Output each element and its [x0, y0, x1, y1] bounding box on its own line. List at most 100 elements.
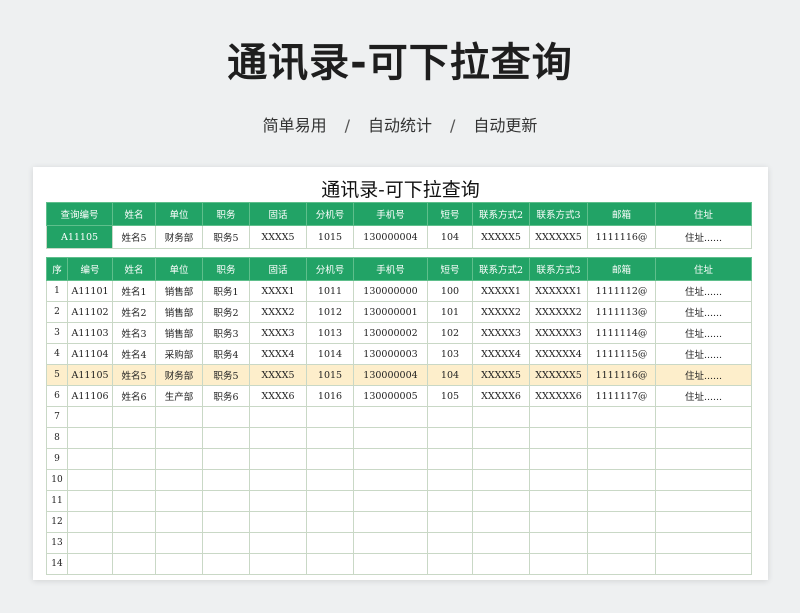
table-cell[interactable]	[112, 469, 156, 491]
table-cell[interactable]: 105	[427, 385, 473, 407]
table-cell[interactable]	[472, 532, 530, 554]
table-cell[interactable]: XXXXXX6	[529, 385, 588, 407]
table-cell[interactable]	[202, 427, 250, 449]
table-cell[interactable]	[427, 406, 473, 428]
table-cell[interactable]: XXXXX3	[472, 322, 530, 344]
table-cell[interactable]: XXXXX1	[472, 280, 530, 302]
table-cell[interactable]	[655, 427, 752, 449]
table-cell[interactable]	[155, 490, 203, 512]
table-cell[interactable]	[353, 553, 428, 575]
table-cell[interactable]: XXXXXX1	[529, 280, 588, 302]
table-cell[interactable]: 130000001	[353, 301, 428, 323]
table-cell[interactable]: XXXXX6	[472, 385, 530, 407]
table-cell[interactable]	[67, 427, 113, 449]
table-cell[interactable]: 销售部	[155, 280, 203, 302]
table-cell[interactable]: 101	[427, 301, 473, 323]
row-index-cell[interactable]: 13	[46, 532, 68, 554]
table-cell[interactable]	[155, 511, 203, 533]
table-cell[interactable]	[427, 553, 473, 575]
table-cell[interactable]: XXXXXX3	[529, 322, 588, 344]
table-cell[interactable]	[427, 532, 473, 554]
table-cell[interactable]: XXXXXX2	[529, 301, 588, 323]
table-cell[interactable]	[655, 490, 752, 512]
table-cell[interactable]	[202, 490, 250, 512]
table-cell[interactable]	[249, 511, 307, 533]
table-cell[interactable]	[155, 553, 203, 575]
table-cell[interactable]	[67, 532, 113, 554]
table-cell[interactable]	[202, 553, 250, 575]
table-cell[interactable]: 销售部	[155, 322, 203, 344]
table-cell[interactable]	[306, 511, 354, 533]
table-cell[interactable]	[67, 511, 113, 533]
table-cell[interactable]	[249, 448, 307, 470]
table-cell[interactable]: XXXX5	[249, 364, 307, 386]
table-cell[interactable]	[306, 427, 354, 449]
table-cell[interactable]: 姓名4	[112, 343, 156, 365]
table-cell[interactable]: 职务5	[202, 364, 250, 386]
table-cell[interactable]: A11106	[67, 385, 113, 407]
table-cell[interactable]: 1015	[306, 364, 354, 386]
table-cell[interactable]: 1111112@	[587, 280, 656, 302]
table-cell[interactable]	[67, 448, 113, 470]
table-cell[interactable]: 姓名6	[112, 385, 156, 407]
row-index-cell[interactable]: 2	[46, 301, 68, 323]
table-cell[interactable]	[67, 406, 113, 428]
table-cell[interactable]	[112, 553, 156, 575]
table-cell[interactable]: XXXX6	[249, 385, 307, 407]
table-cell[interactable]	[202, 406, 250, 428]
table-cell[interactable]	[353, 469, 428, 491]
table-cell[interactable]: 住址......	[655, 343, 752, 365]
table-cell[interactable]	[427, 511, 473, 533]
table-cell[interactable]: 职务1	[202, 280, 250, 302]
table-cell[interactable]	[112, 448, 156, 470]
table-cell[interactable]: 生产部	[155, 385, 203, 407]
table-cell[interactable]	[529, 406, 588, 428]
table-cell[interactable]	[249, 553, 307, 575]
table-cell[interactable]: 100	[427, 280, 473, 302]
table-cell[interactable]	[529, 469, 588, 491]
table-cell[interactable]: 102	[427, 322, 473, 344]
table-cell[interactable]	[587, 406, 656, 428]
table-cell[interactable]	[155, 448, 203, 470]
row-index-cell[interactable]: 10	[46, 469, 68, 491]
table-cell[interactable]	[155, 532, 203, 554]
table-cell[interactable]	[655, 448, 752, 470]
table-cell[interactable]	[587, 448, 656, 470]
table-cell[interactable]	[67, 490, 113, 512]
table-cell[interactable]	[353, 448, 428, 470]
table-cell[interactable]: 职务3	[202, 322, 250, 344]
row-index-cell[interactable]: 8	[46, 427, 68, 449]
row-index-cell[interactable]: 4	[46, 343, 68, 365]
table-cell[interactable]: XXXX2	[249, 301, 307, 323]
lookup-id-dropdown[interactable]: A11105	[46, 225, 113, 249]
table-cell[interactable]: 姓名1	[112, 280, 156, 302]
table-cell[interactable]	[155, 469, 203, 491]
table-cell[interactable]: XXXXX2	[472, 301, 530, 323]
table-cell[interactable]	[427, 469, 473, 491]
table-cell[interactable]: A11103	[67, 322, 113, 344]
table-cell[interactable]	[427, 427, 473, 449]
table-cell[interactable]	[353, 511, 428, 533]
row-index-cell[interactable]: 3	[46, 322, 68, 344]
table-cell[interactable]: 住址......	[655, 364, 752, 386]
table-cell[interactable]: A11105	[67, 364, 113, 386]
table-cell[interactable]	[306, 553, 354, 575]
table-cell[interactable]: 财务部	[155, 364, 203, 386]
table-cell[interactable]	[587, 427, 656, 449]
table-cell[interactable]: A11102	[67, 301, 113, 323]
table-cell[interactable]	[472, 490, 530, 512]
table-cell[interactable]	[529, 532, 588, 554]
table-cell[interactable]: 1014	[306, 343, 354, 365]
table-cell[interactable]: 职务4	[202, 343, 250, 365]
table-cell[interactable]	[472, 406, 530, 428]
table-cell[interactable]	[655, 553, 752, 575]
table-cell[interactable]: 130000000	[353, 280, 428, 302]
table-cell[interactable]	[655, 469, 752, 491]
table-cell[interactable]	[112, 406, 156, 428]
table-cell[interactable]: XXXXX4	[472, 343, 530, 365]
table-cell[interactable]: 1011	[306, 280, 354, 302]
table-cell[interactable]: 1012	[306, 301, 354, 323]
row-index-cell[interactable]: 14	[46, 553, 68, 575]
table-cell[interactable]	[655, 532, 752, 554]
table-cell[interactable]	[306, 469, 354, 491]
